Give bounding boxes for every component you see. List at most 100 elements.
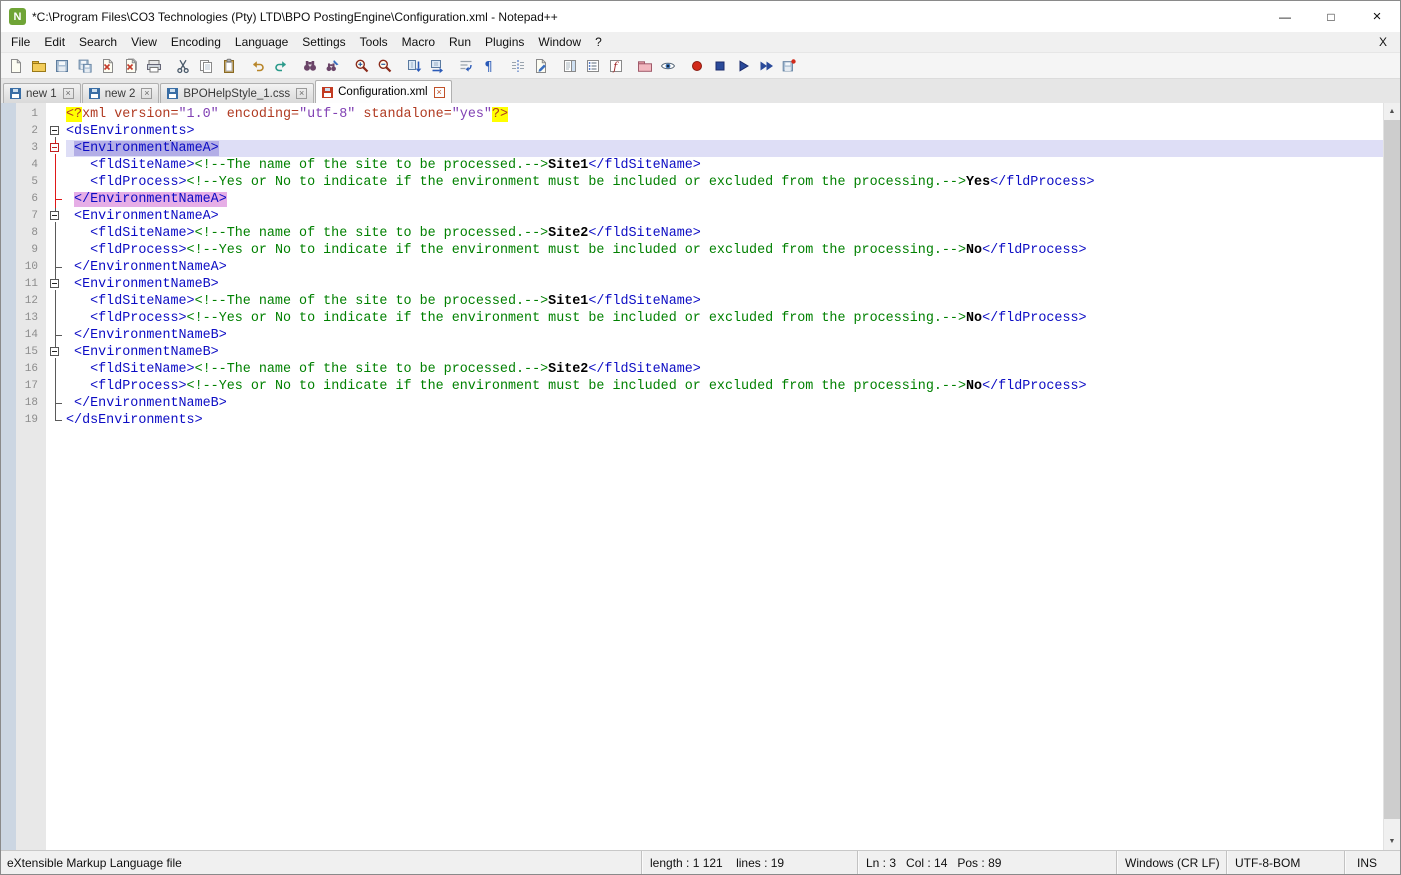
fold-guide bbox=[46, 293, 66, 310]
zoom-in-icon[interactable] bbox=[352, 56, 371, 75]
code-line: <fldProcess><!--Yes or No to indicate if… bbox=[66, 242, 1383, 259]
fold-toggle-icon[interactable] bbox=[46, 344, 66, 361]
status-bar: eXtensible Markup Language filelength : … bbox=[1, 850, 1400, 874]
scrollbar-thumb[interactable] bbox=[1384, 120, 1400, 819]
line-number: 17 bbox=[16, 378, 46, 395]
macro-stop-icon[interactable] bbox=[710, 56, 729, 75]
line-number: 12 bbox=[16, 293, 46, 310]
menu-tools[interactable]: Tools bbox=[353, 32, 395, 52]
tab-new-1[interactable]: new 1 × bbox=[3, 83, 81, 103]
paste-icon[interactable] bbox=[219, 56, 238, 75]
menu-help[interactable]: ? bbox=[588, 32, 609, 52]
menu-search[interactable]: Search bbox=[72, 32, 124, 52]
maximize-button[interactable]: □ bbox=[1308, 1, 1354, 32]
tab-configuration-xml[interactable]: Configuration.xml× bbox=[315, 80, 451, 103]
scroll-up-icon[interactable]: ▲ bbox=[1384, 103, 1400, 120]
tab-label: new 1 bbox=[26, 88, 57, 100]
sync-horizontal-scroll-icon[interactable] bbox=[427, 56, 446, 75]
macro-record-icon[interactable] bbox=[687, 56, 706, 75]
fold-guide bbox=[46, 242, 66, 259]
code-line: <EnvironmentNameA> bbox=[66, 140, 1383, 157]
status-encoding: UTF-8-BOM bbox=[1226, 851, 1344, 874]
status-insert-mode: INS bbox=[1344, 851, 1400, 874]
code-line: <fldProcess><!--Yes or No to indicate if… bbox=[66, 174, 1383, 191]
close-all-icon[interactable] bbox=[121, 56, 140, 75]
menu-language[interactable]: Language bbox=[228, 32, 295, 52]
menu-file[interactable]: File bbox=[4, 32, 37, 52]
code-line: <fldSiteName><!--The name of the site to… bbox=[66, 157, 1383, 174]
line-number: 14 bbox=[16, 327, 46, 344]
tab-label: BPOHelpStyle_1.css bbox=[183, 88, 290, 100]
fold-guide bbox=[46, 361, 66, 378]
tab-close-icon[interactable]: × bbox=[434, 87, 445, 98]
tab-close-icon[interactable]: × bbox=[296, 88, 307, 99]
menu-encoding[interactable]: Encoding bbox=[164, 32, 228, 52]
scroll-down-icon[interactable]: ▼ bbox=[1384, 833, 1400, 850]
undo-icon[interactable] bbox=[248, 56, 267, 75]
tab-bar: new 1×new 2×BPOHelpStyle_1.css×Configura… bbox=[1, 79, 1400, 103]
fold-toggle-icon[interactable] bbox=[46, 276, 66, 293]
line-number: 7 bbox=[16, 208, 46, 225]
menu-macro[interactable]: Macro bbox=[395, 32, 442, 52]
document-list-icon[interactable] bbox=[583, 56, 602, 75]
fold-toggle-icon[interactable] bbox=[46, 140, 66, 157]
copy-icon[interactable] bbox=[196, 56, 215, 75]
sync-vertical-scroll-icon[interactable] bbox=[404, 56, 423, 75]
tab-close-icon[interactable]: × bbox=[141, 88, 152, 99]
fold-toggle-icon[interactable] bbox=[46, 208, 66, 225]
bookmark-margin[interactable] bbox=[1, 103, 16, 850]
new-file-icon[interactable] bbox=[6, 56, 25, 75]
user-defined-language-icon[interactable] bbox=[531, 56, 550, 75]
saved-file-icon bbox=[167, 88, 178, 99]
scrollbar-track[interactable] bbox=[1384, 120, 1400, 833]
fold-guide bbox=[46, 395, 66, 412]
cut-icon[interactable] bbox=[173, 56, 192, 75]
monitoring-icon[interactable] bbox=[658, 56, 677, 75]
line-number: 18 bbox=[16, 395, 46, 412]
macro-play-icon[interactable] bbox=[733, 56, 752, 75]
menu-view[interactable]: View bbox=[124, 32, 164, 52]
fold-cell bbox=[46, 106, 66, 123]
save-file-icon[interactable] bbox=[52, 56, 71, 75]
find-icon[interactable] bbox=[300, 56, 319, 75]
tab-close-icon[interactable]: × bbox=[63, 88, 74, 99]
macro-save-icon[interactable] bbox=[779, 56, 798, 75]
tab-bpohelpstyle-1-css[interactable]: BPOHelpStyle_1.css × bbox=[160, 83, 314, 103]
tab-new-2[interactable]: new 2× bbox=[82, 83, 160, 103]
show-indent-guide-icon[interactable] bbox=[508, 56, 527, 75]
menu-bar: FileEditSearchViewEncodingLanguageSettin… bbox=[1, 32, 1400, 53]
code-line: <EnvironmentNameA> bbox=[66, 208, 1383, 225]
save-all-icon[interactable] bbox=[75, 56, 94, 75]
line-number: 13 bbox=[16, 310, 46, 327]
show-all-characters-icon[interactable]: ¶ bbox=[479, 56, 498, 75]
folder-as-workspace-icon[interactable] bbox=[635, 56, 654, 75]
macro-run-multiple-icon[interactable] bbox=[756, 56, 775, 75]
code-line: <fldProcess><!--Yes or No to indicate if… bbox=[66, 310, 1383, 327]
menu-edit[interactable]: Edit bbox=[37, 32, 72, 52]
menu-close-document-x[interactable]: X bbox=[1366, 35, 1400, 49]
document-map-icon[interactable] bbox=[560, 56, 579, 75]
fold-guide bbox=[46, 378, 66, 395]
menu-window[interactable]: Window bbox=[531, 32, 588, 52]
function-list-icon[interactable]: f bbox=[606, 56, 625, 75]
fold-guide bbox=[46, 310, 66, 327]
title-bar[interactable]: N *C:\Program Files\CO3 Technologies (Pt… bbox=[1, 1, 1400, 32]
zoom-out-icon[interactable] bbox=[375, 56, 394, 75]
fold-toggle-icon[interactable] bbox=[46, 123, 66, 140]
menu-run[interactable]: Run bbox=[442, 32, 478, 52]
open-file-icon[interactable] bbox=[29, 56, 48, 75]
menu-plugins[interactable]: Plugins bbox=[478, 32, 531, 52]
word-wrap-icon[interactable] bbox=[456, 56, 475, 75]
code-line: <fldSiteName><!--The name of the site to… bbox=[66, 293, 1383, 310]
minimize-button[interactable]: — bbox=[1262, 1, 1308, 32]
status-length-lines: length : 1 121 lines : 19 bbox=[641, 851, 857, 874]
redo-icon[interactable] bbox=[271, 56, 290, 75]
close-file-icon[interactable] bbox=[98, 56, 117, 75]
text-area[interactable]: <?xml version="1.0" encoding="utf-8" sta… bbox=[66, 103, 1383, 850]
print-icon[interactable] bbox=[144, 56, 163, 75]
close-button[interactable]: × bbox=[1354, 1, 1400, 32]
code-line: <EnvironmentNameB> bbox=[66, 344, 1383, 361]
menu-settings[interactable]: Settings bbox=[295, 32, 352, 52]
replace-icon[interactable] bbox=[323, 56, 342, 75]
vertical-scrollbar: ▲ ▼ bbox=[1383, 103, 1400, 850]
